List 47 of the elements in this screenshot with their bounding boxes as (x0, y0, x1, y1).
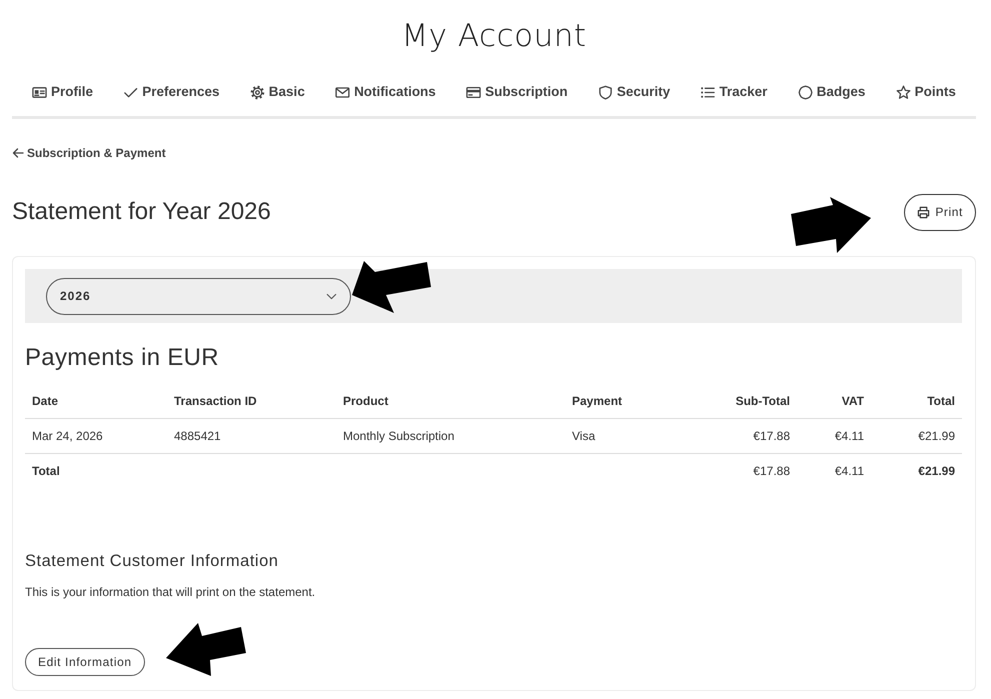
statement-title: Statement for Year 2026 (12, 197, 271, 227)
nav-tab[interactable]: Profile (32, 82, 94, 102)
back-link[interactable]: Subscription & Payment (12, 144, 166, 162)
credit-card-icon (466, 84, 482, 100)
table-cell: 4885421 (167, 418, 336, 454)
table-cell: €21.99 (871, 454, 962, 488)
nav-tab[interactable]: Subscription (466, 82, 568, 102)
column-header: VAT (797, 384, 871, 418)
nav-tab[interactable]: Preferences (123, 82, 220, 102)
nav-tab[interactable]: Points (896, 82, 956, 102)
table-cell: Mar 24, 2026 (25, 418, 167, 454)
table-cell: €4.11 (797, 454, 871, 488)
table-cell: €17.88 (700, 454, 797, 488)
arrow-left-icon (12, 147, 24, 159)
printer-icon (917, 206, 930, 218)
column-header: Transaction ID (167, 384, 336, 418)
nav-tab[interactable]: Security (598, 82, 670, 102)
nav-tab[interactable]: Notifications (335, 82, 436, 102)
arrow-icon (350, 258, 434, 314)
year-dropdown[interactable]: 2026 (46, 278, 351, 314)
edit-information-button[interactable]: Edit Information (25, 648, 145, 676)
nav-tab[interactable]: Badges (798, 82, 866, 102)
badge-icon (798, 84, 813, 100)
table-cell: Visa (565, 418, 700, 454)
table-cell: €21.99 (871, 418, 962, 454)
list-icon (700, 84, 716, 100)
nav-tab[interactable]: Basic (250, 82, 305, 102)
print-button[interactable]: Print (904, 194, 976, 230)
section-title: Statement Customer Information (25, 551, 280, 572)
total-label: Total (25, 454, 167, 488)
envelope-icon (335, 84, 350, 100)
id-card-icon (32, 84, 47, 100)
gear-icon (250, 84, 265, 100)
star-icon (896, 84, 911, 100)
info-text: This is your information that will print on the statement. (25, 584, 316, 601)
table-cell: €4.11 (797, 418, 871, 454)
section-title: Payments in EUR (25, 343, 220, 373)
table-cell: €17.88 (700, 418, 797, 454)
nav-tab[interactable]: Tracker (700, 82, 768, 102)
column-header: Payment (565, 384, 700, 418)
column-header: Date (25, 384, 167, 418)
column-header: Total (871, 384, 962, 418)
column-header: Product (336, 384, 565, 418)
column-header: Sub-Total (700, 384, 797, 418)
shield-icon (598, 84, 613, 100)
page-title: My Account (400, 17, 588, 56)
table-cell: Monthly Subscription (336, 418, 565, 454)
